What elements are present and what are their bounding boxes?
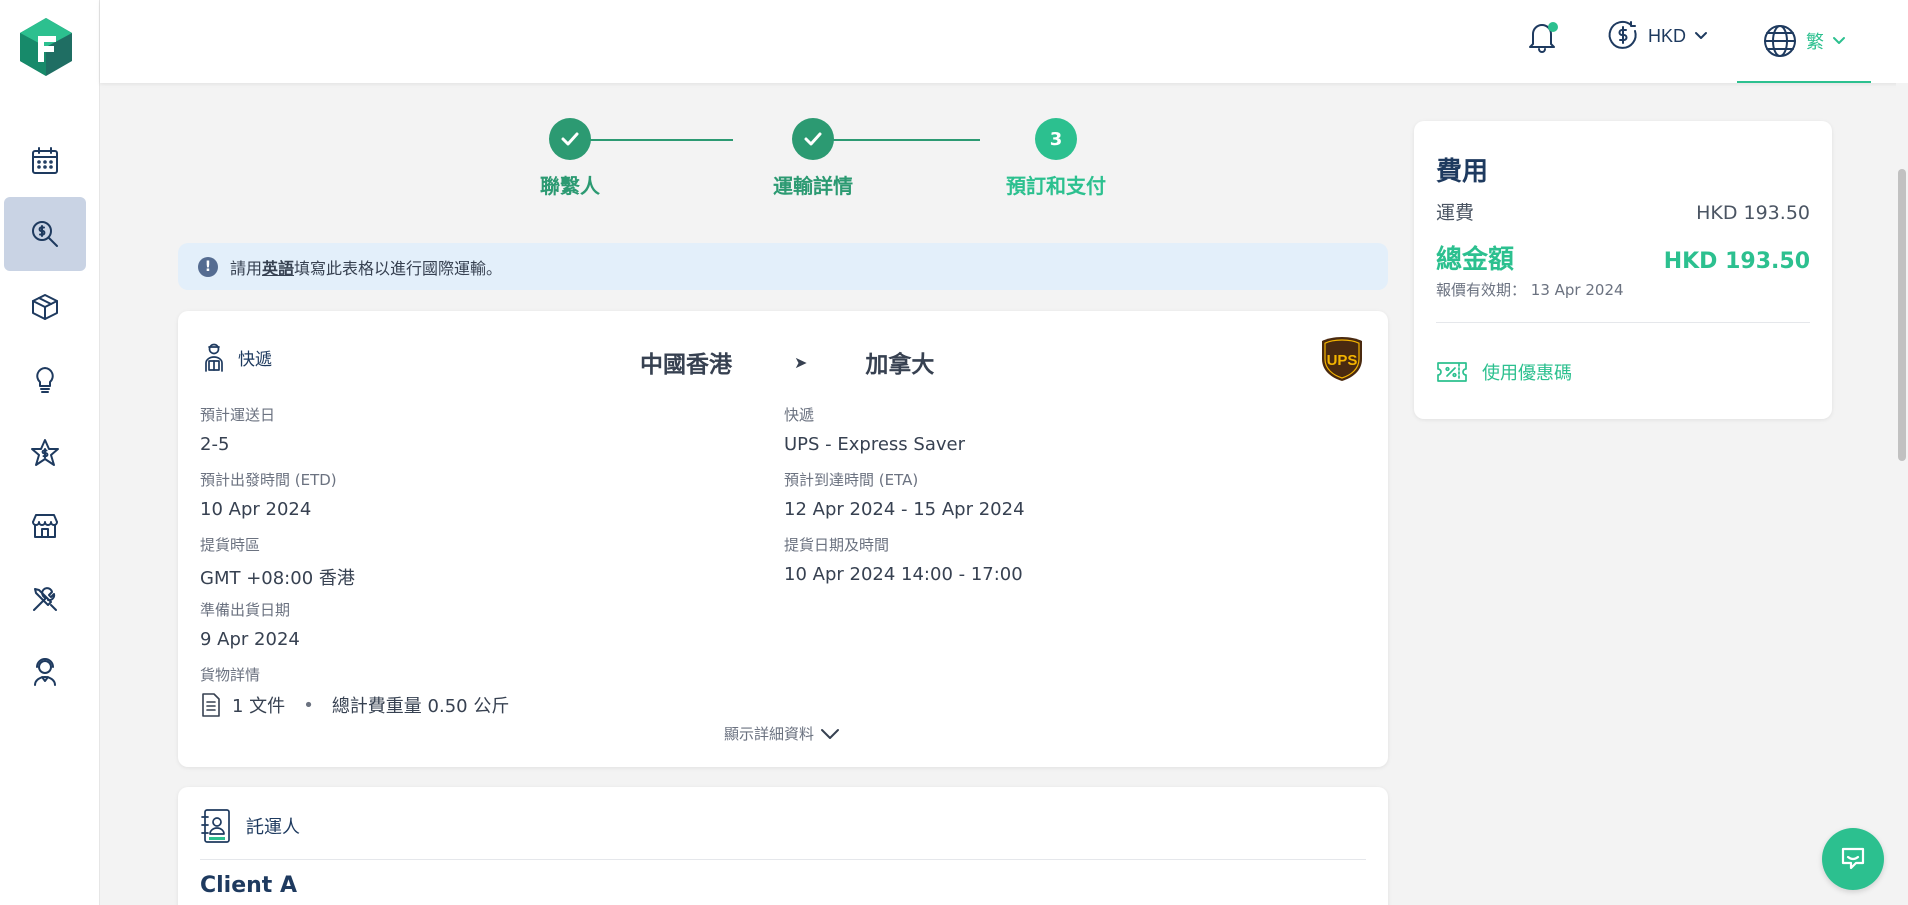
step-complete-badge bbox=[549, 118, 591, 160]
shipping-fee-row: 運費 HKD 193.50 bbox=[1436, 198, 1810, 225]
chat-bubble-icon bbox=[1841, 847, 1865, 870]
step-transport-details[interactable]: 運輸詳情 bbox=[733, 118, 893, 199]
quote-validity: 報價有效期： 13 Apr 2024 bbox=[1436, 281, 1624, 299]
step-booking-payment: 3 預訂和支付 bbox=[976, 118, 1136, 199]
total-value: HKD 193.50 bbox=[1663, 249, 1810, 274]
destination-country: 加拿大 bbox=[865, 352, 935, 378]
coupon-icon bbox=[1437, 362, 1467, 382]
cost-summary-card: 費用 運費 HKD 193.50 總金額 HKD 193.50 報價有效期： 1… bbox=[1414, 121, 1832, 419]
quote-search-icon bbox=[32, 221, 58, 247]
chat-support-button[interactable] bbox=[1822, 828, 1884, 890]
goods-details-field: 貨物詳情 bbox=[200, 666, 261, 684]
cost-title: 費用 bbox=[1436, 157, 1489, 187]
etd-field: 預計出發時間 (ETD) 10 Apr 2024 bbox=[200, 471, 337, 520]
step-contacts[interactable]: 聯繫人 bbox=[490, 118, 650, 199]
use-coupon-button[interactable]: 使用優惠碼 bbox=[1436, 359, 1572, 385]
courier-field: 快遞 UPS - Express Saver bbox=[784, 406, 965, 455]
shipment-summary-card: 快遞 中國香港 ➤ 加拿大 UPS 預計運送日 2-5 快遞 UPS - Exp… bbox=[178, 311, 1388, 767]
contact-book-icon bbox=[201, 809, 230, 843]
sidebar-item-support[interactable] bbox=[4, 635, 86, 709]
svg-text:UPS: UPS bbox=[1327, 352, 1358, 369]
sidebar bbox=[0, 0, 100, 905]
package-icon bbox=[32, 294, 58, 320]
sidebar-item-packages[interactable] bbox=[4, 270, 86, 344]
sidebar-item-store[interactable] bbox=[4, 489, 86, 563]
chevron-down-icon bbox=[821, 728, 840, 739]
globe-icon bbox=[1764, 24, 1796, 57]
page-scrollbar[interactable] bbox=[1896, 83, 1908, 905]
check-icon bbox=[561, 132, 579, 146]
scrollbar-thumb[interactable] bbox=[1898, 169, 1906, 461]
shipper-header: 託運人 bbox=[200, 807, 300, 845]
store-icon bbox=[32, 514, 58, 538]
currency-selector[interactable]: HKD bbox=[1606, 16, 1708, 56]
app-logo-icon[interactable] bbox=[18, 16, 74, 78]
fee-label: 運費 bbox=[1436, 202, 1475, 224]
notifications-button[interactable] bbox=[1524, 18, 1564, 58]
step-number-badge: 3 bbox=[1035, 118, 1077, 160]
shipment-type: 快遞 bbox=[200, 341, 272, 373]
chevron-down-icon bbox=[1695, 32, 1708, 39]
notification-dot bbox=[1548, 22, 1558, 32]
divider bbox=[200, 859, 1366, 860]
shipper-card: 託運人 Client A bbox=[178, 787, 1388, 905]
sidebar-item-tools[interactable] bbox=[4, 562, 86, 636]
goods-summary: 1 文件 • 總計費重量 0.50 公斤 bbox=[200, 692, 509, 718]
show-details-button[interactable]: 顯示詳細資料 bbox=[724, 723, 840, 744]
courier-person-icon bbox=[205, 343, 223, 372]
goods-count: 1 文件 bbox=[232, 696, 286, 717]
origin-country: 中國香港 bbox=[640, 352, 732, 378]
language-label: 繁 bbox=[1806, 31, 1824, 53]
star-dollar-icon bbox=[31, 439, 59, 466]
coupon-label: 使用優惠碼 bbox=[1482, 363, 1572, 384]
shipper-name: Client A bbox=[200, 873, 298, 898]
ready-date-field: 準備出貨日期 9 Apr 2024 bbox=[200, 601, 300, 650]
fee-value: HKD 193.50 bbox=[1696, 202, 1810, 224]
total-label: 總金額 bbox=[1436, 245, 1515, 275]
sidebar-item-rewards[interactable] bbox=[4, 416, 86, 490]
tools-icon bbox=[33, 587, 57, 611]
total-row: 總金額 HKD 193.50 bbox=[1436, 239, 1810, 276]
support-agent-icon bbox=[34, 658, 56, 686]
booking-stepper: 聯繫人 運輸詳情 3 預訂和支付 bbox=[490, 118, 1106, 208]
info-icon: ! bbox=[198, 256, 218, 277]
sidebar-item-quote[interactable] bbox=[4, 197, 86, 271]
eta-field: 預計到達時間 (ETA) 12 Apr 2024 - 15 Apr 2024 bbox=[784, 471, 1025, 520]
english-notice-banner: ! 請用英語填寫此表格以進行國際運輸。 bbox=[178, 243, 1388, 290]
document-icon bbox=[202, 693, 220, 717]
shipment-type-label: 快遞 bbox=[238, 349, 272, 370]
top-bar: HKD 繁 bbox=[100, 0, 1908, 83]
lightbulb-icon bbox=[36, 367, 54, 393]
check-icon bbox=[804, 132, 822, 146]
route-arrow-icon: ➤ bbox=[794, 352, 808, 372]
sidebar-item-ideas[interactable] bbox=[4, 343, 86, 417]
estimated-days-field: 預計運送日 2-5 bbox=[200, 406, 276, 455]
step-label: 聯繫人 bbox=[540, 174, 600, 198]
currency-dollar-icon bbox=[1608, 20, 1637, 49]
goods-separator: • bbox=[303, 694, 314, 716]
ups-logo: UPS bbox=[1320, 335, 1364, 383]
shipment-route: 中國香港 ➤ 加拿大 bbox=[640, 345, 934, 379]
step-label: 運輸詳情 bbox=[773, 174, 853, 198]
language-selector[interactable]: 繁 bbox=[1737, 0, 1871, 83]
shipper-title: 託運人 bbox=[246, 817, 300, 838]
divider bbox=[1436, 322, 1810, 323]
goods-weight: 總計費重量 0.50 公斤 bbox=[331, 696, 510, 717]
step-label: 預訂和支付 bbox=[1006, 174, 1106, 198]
pickup-timezone-field: 提貨時區 GMT +08:00 香港 bbox=[200, 536, 355, 589]
currency-label: HKD bbox=[1648, 25, 1687, 46]
chevron-down-icon bbox=[1833, 36, 1845, 44]
notice-text: 請用英語填寫此表格以進行國際運輸。 bbox=[230, 258, 503, 278]
step-complete-badge bbox=[792, 118, 834, 160]
calendar-icon bbox=[32, 147, 58, 174]
show-details-label: 顯示詳細資料 bbox=[724, 725, 815, 743]
sidebar-item-calendar[interactable] bbox=[4, 124, 86, 198]
pickup-datetime-field: 提貨日期及時間 10 Apr 2024 14:00 - 17:00 bbox=[784, 536, 1023, 585]
